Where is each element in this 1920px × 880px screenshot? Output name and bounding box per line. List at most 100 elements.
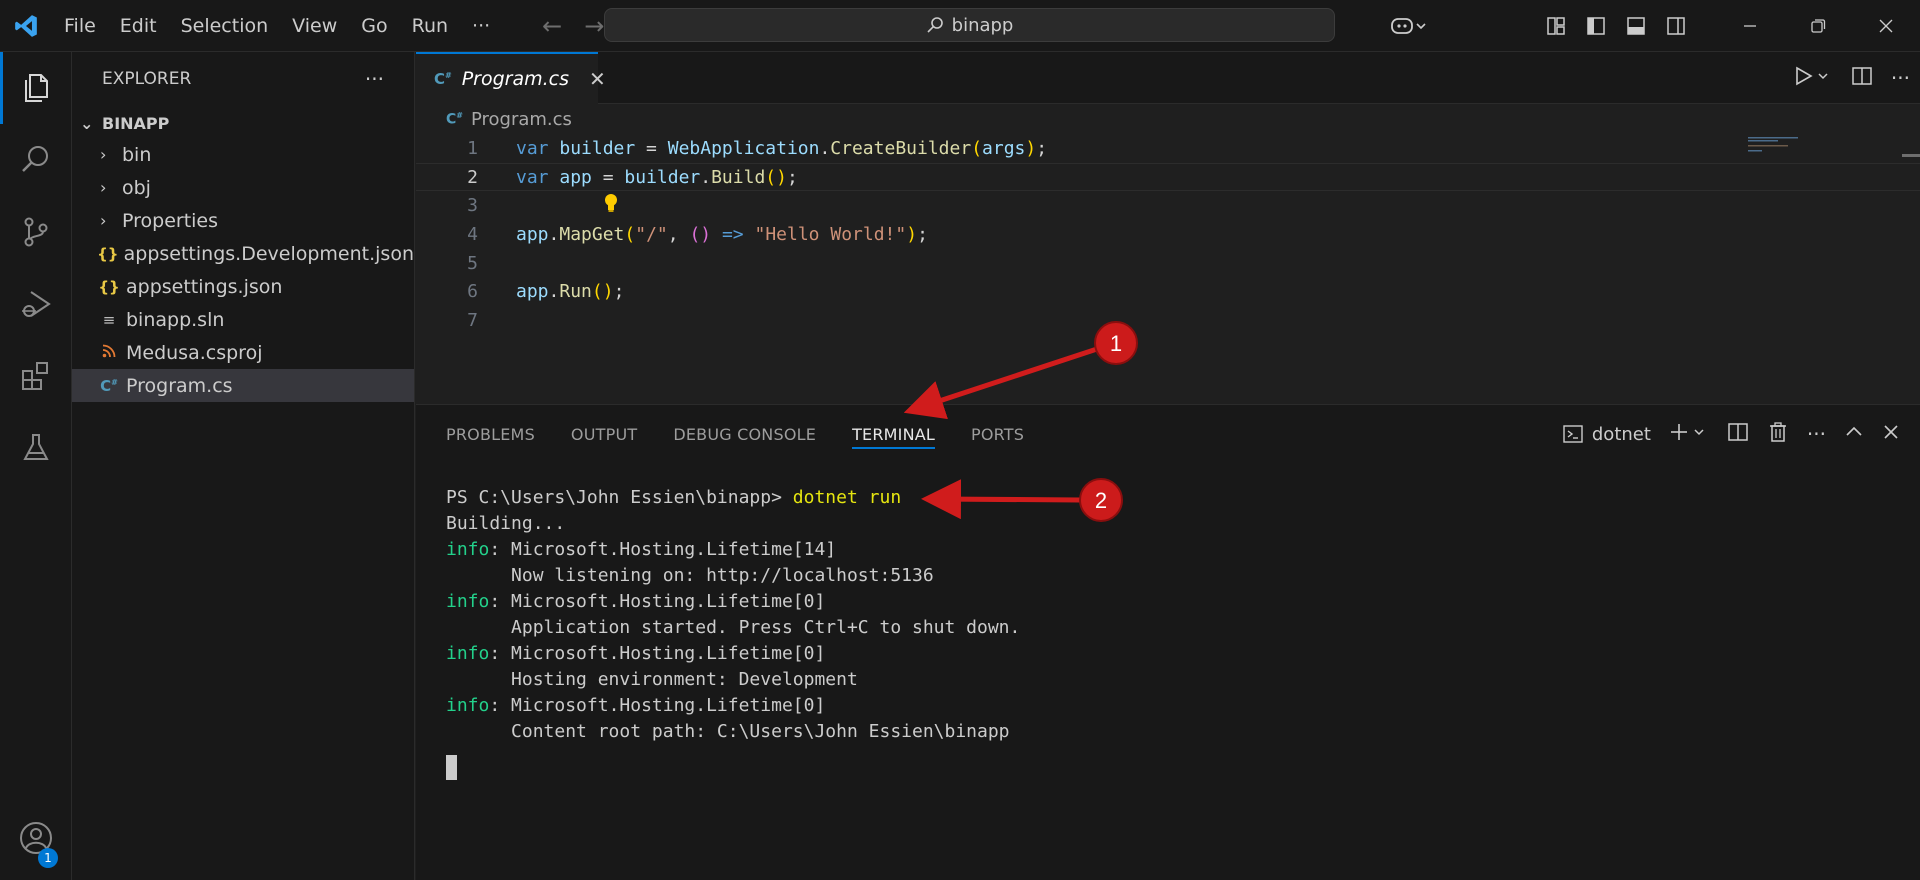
terminal-line: info: Microsoft.Hosting.Lifetime[0] bbox=[446, 589, 1920, 615]
lightbulb-icon[interactable] bbox=[603, 193, 619, 213]
code-line: 3 bbox=[416, 191, 1920, 220]
restore-button[interactable] bbox=[1784, 0, 1852, 52]
breadcrumb-file[interactable]: Program.cs bbox=[471, 109, 572, 130]
customize-layout-icon[interactable] bbox=[1536, 0, 1576, 52]
editor-scrollbar[interactable] bbox=[1902, 154, 1920, 157]
menu-more[interactable]: ··· bbox=[460, 0, 502, 52]
bottom-panel: PROBLEMS OUTPUT DEBUG CONSOLE TERMINAL P… bbox=[416, 404, 1920, 880]
close-panel-icon[interactable] bbox=[1882, 423, 1900, 446]
tree-item-properties[interactable]: › Properties bbox=[72, 204, 414, 237]
tree-item-appsettings-development[interactable]: {} appsettings.Development.json bbox=[72, 237, 414, 270]
chevron-right-icon: › bbox=[100, 178, 107, 197]
tree-item-bin[interactable]: › bin bbox=[72, 138, 414, 171]
tab-output[interactable]: OUTPUT bbox=[571, 405, 637, 463]
account-badge: 1 bbox=[38, 848, 58, 868]
accounts-icon[interactable]: 1 bbox=[0, 820, 72, 880]
menu-go[interactable]: Go bbox=[349, 0, 399, 52]
command-center-search[interactable]: binapp bbox=[604, 8, 1335, 42]
tree-item-label: bin bbox=[122, 143, 152, 166]
code-line: 4 app.MapGet("/", () => "Hello World!"); bbox=[416, 220, 1920, 249]
workspace-root-label: BINAPP bbox=[102, 113, 170, 133]
more-actions-icon[interactable]: ··· bbox=[1807, 422, 1826, 446]
tree-item-label: Program.cs bbox=[126, 374, 233, 397]
rss-file-icon bbox=[96, 344, 122, 362]
tab-program-cs[interactable]: C# Program.cs ✕ bbox=[416, 52, 606, 104]
tab-terminal[interactable]: TERMINAL bbox=[852, 405, 935, 463]
close-window-button[interactable] bbox=[1852, 0, 1920, 52]
run-debug-icon[interactable] bbox=[0, 268, 72, 340]
terminal-selector[interactable]: dotnet bbox=[1562, 423, 1651, 445]
more-actions-icon[interactable]: ··· bbox=[1891, 66, 1910, 90]
toggle-panel-icon[interactable] bbox=[1616, 0, 1656, 52]
menu-run[interactable]: Run bbox=[400, 0, 460, 52]
minimize-button[interactable] bbox=[1716, 0, 1784, 52]
json-file-icon: {} bbox=[97, 244, 119, 263]
terminal-scrollbar[interactable] bbox=[1902, 485, 1920, 880]
split-editor-icon[interactable] bbox=[1851, 65, 1873, 92]
code-line: 5 bbox=[416, 249, 1920, 278]
explorer-sidebar: EXPLORER ··· ⌄ BINAPP › bin › obj › Prop… bbox=[72, 52, 415, 880]
run-icon[interactable] bbox=[1793, 65, 1833, 92]
toggle-secondary-sidebar-icon[interactable] bbox=[1656, 0, 1696, 52]
chevron-down-icon: ⌄ bbox=[80, 113, 94, 133]
tab-problems[interactable]: PROBLEMS bbox=[446, 405, 535, 463]
panel-tab-bar: PROBLEMS OUTPUT DEBUG CONSOLE TERMINAL P… bbox=[416, 405, 1920, 463]
forward-arrow-icon[interactable]: → bbox=[584, 12, 604, 40]
code-line-current: 2 var app = builder.Build(); bbox=[416, 162, 1920, 192]
tab-debug-console[interactable]: DEBUG CONSOLE bbox=[673, 405, 816, 463]
line-number: 1 bbox=[467, 137, 478, 159]
editor-area: C# Program.cs ✕ ··· C# Program.cs 1 var … bbox=[416, 52, 1920, 404]
vscode-logo-icon bbox=[0, 0, 52, 52]
code-editor[interactable]: 1 var builder = WebApplication.CreateBui… bbox=[416, 134, 1920, 335]
explorer-header: EXPLORER ··· bbox=[72, 52, 414, 106]
csharp-file-icon: C# bbox=[100, 376, 118, 395]
tab-ports[interactable]: PORTS bbox=[971, 405, 1024, 463]
tree-item-medusa-csproj[interactable]: Medusa.csproj bbox=[72, 336, 414, 369]
minimap[interactable] bbox=[1748, 136, 1838, 152]
workspace-root-folder[interactable]: ⌄ BINAPP bbox=[72, 108, 414, 138]
new-terminal-icon[interactable] bbox=[1669, 421, 1709, 448]
toggle-primary-sidebar-icon[interactable] bbox=[1576, 0, 1616, 52]
json-file-icon: {} bbox=[98, 277, 120, 296]
copilot-icon[interactable] bbox=[1380, 0, 1436, 52]
menu-view[interactable]: View bbox=[280, 0, 349, 52]
tree-item-appsettings[interactable]: {} appsettings.json bbox=[72, 270, 414, 303]
explorer-more-button[interactable]: ··· bbox=[365, 67, 384, 91]
search-icon[interactable] bbox=[0, 124, 72, 196]
chevron-right-icon: › bbox=[100, 211, 107, 230]
terminal-text: : Microsoft.Hosting.Lifetime[0] bbox=[489, 643, 826, 664]
tree-item-program-cs[interactable]: C# Program.cs bbox=[72, 369, 414, 402]
editor-actions: ··· bbox=[1793, 52, 1910, 104]
maximize-panel-icon[interactable] bbox=[1844, 422, 1864, 447]
trash-icon[interactable] bbox=[1767, 421, 1789, 448]
tree-item-binapp-sln[interactable]: ≡ binapp.sln bbox=[72, 303, 414, 336]
source-control-icon[interactable] bbox=[0, 196, 72, 268]
terminal-line-prompt: PS C:\Users\John Essien\binapp> dotnet r… bbox=[446, 485, 1920, 511]
split-terminal-icon[interactable] bbox=[1727, 421, 1749, 448]
back-arrow-icon[interactable]: ← bbox=[542, 12, 562, 40]
menu-selection[interactable]: Selection bbox=[169, 0, 281, 52]
line-number: 4 bbox=[467, 223, 478, 245]
tree-item-label: appsettings.json bbox=[126, 275, 283, 298]
close-icon[interactable]: ✕ bbox=[589, 67, 606, 91]
menu-file[interactable]: File bbox=[52, 0, 108, 52]
terminal-line: info: Microsoft.Hosting.Lifetime[14] bbox=[446, 537, 1920, 563]
tree-item-obj[interactable]: › obj bbox=[72, 171, 414, 204]
menu-edit[interactable]: Edit bbox=[108, 0, 169, 52]
explorer-files-icon[interactable] bbox=[0, 52, 72, 124]
title-bar: File Edit Selection View Go Run ··· ← → … bbox=[0, 0, 1920, 52]
search-icon bbox=[927, 17, 943, 33]
terminal-output[interactable]: PS C:\Users\John Essien\binapp> dotnet r… bbox=[416, 463, 1920, 780]
terminal-line: Building... bbox=[446, 513, 566, 534]
terminal-command: dotnet run bbox=[792, 487, 902, 508]
editor-tab-bar: C# Program.cs ✕ ··· bbox=[416, 52, 1920, 104]
testing-flask-icon[interactable] bbox=[0, 412, 72, 484]
code-line: 1 var builder = WebApplication.CreateBui… bbox=[416, 134, 1920, 163]
terminal-text: : Microsoft.Hosting.Lifetime[14] bbox=[489, 539, 837, 560]
extensions-icon[interactable] bbox=[0, 340, 72, 412]
code-line: 6 app.Run(); bbox=[416, 277, 1920, 306]
info-label: info bbox=[446, 591, 490, 612]
code-text: app.Run(); bbox=[516, 281, 625, 303]
text-file-icon: ≡ bbox=[102, 310, 116, 329]
tree-item-label: binapp.sln bbox=[126, 308, 225, 331]
